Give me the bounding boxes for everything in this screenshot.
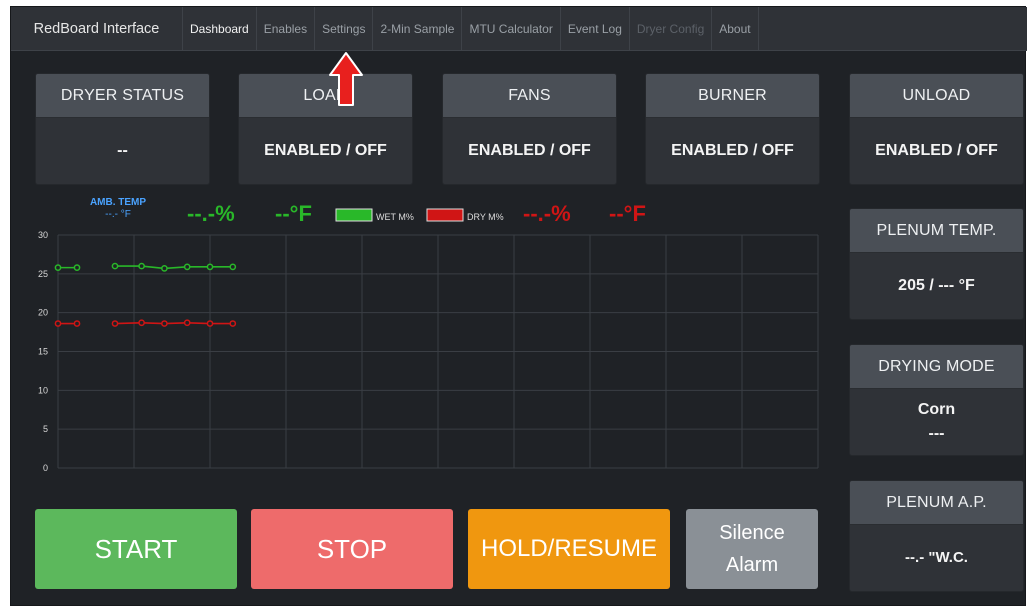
dry-moisture-value: --.-% <box>523 201 571 226</box>
nav-dryer-config: Dryer Config <box>630 7 713 50</box>
nav-dashboard[interactable]: Dashboard <box>183 7 257 50</box>
silence-alarm-line2: Alarm <box>725 554 779 576</box>
unload-card: UNLOAD ENABLED / OFF <box>849 73 1024 185</box>
app-frame: RedBoard Interface Dashboard Enables Set… <box>10 6 1027 606</box>
dryer-status-value: -- <box>117 142 128 159</box>
series-point <box>138 262 145 270</box>
nav-mtu-calculator[interactable]: MTU Calculator <box>462 7 561 50</box>
series-point <box>183 319 191 327</box>
amb-temp-value: --.- °F <box>105 209 131 220</box>
nav-event-log[interactable]: Event Log <box>561 7 630 50</box>
hold-resume-button[interactable]: HOLD/RESUME <box>468 509 670 589</box>
moisture-chart: 0 5 10 15 20 25 30 AMB. TEMP --.- °F --.-% --°… <box>38 197 819 473</box>
dryer-status-title: DRYER STATUS <box>36 74 209 118</box>
series-point <box>111 320 119 327</box>
series-line <box>115 265 233 270</box>
burner-title: BURNER <box>646 74 819 118</box>
burner-card: BURNER ENABLED / OFF <box>645 73 820 185</box>
plenum-ap-card: PLENUM A.P. --.- "W.C. <box>849 480 1024 592</box>
start-button[interactable]: START <box>35 509 237 589</box>
series-point <box>229 263 237 271</box>
plenum-ap-value: --.- "W.C. <box>905 549 968 566</box>
series-point <box>54 264 62 271</box>
drying-mode-card: DRYING MODE Corn --- <box>849 344 1024 456</box>
drying-mode-title: DRYING MODE <box>850 345 1023 389</box>
y-tick-label: 30 <box>38 230 48 240</box>
series-point <box>161 320 168 327</box>
series-point <box>73 320 81 327</box>
series-point <box>54 320 62 327</box>
series-point <box>73 264 81 271</box>
fans-card: FANS ENABLED / OFF <box>442 73 617 185</box>
wet-legend-label: WET M% <box>376 212 414 222</box>
load-title: LOAD <box>239 74 412 118</box>
silence-alarm-button[interactable]: Silence Alarm <box>686 509 818 589</box>
nav-about[interactable]: About <box>712 7 759 50</box>
arrow-up-icon <box>329 52 363 106</box>
nav-2-min-sample[interactable]: 2-Min Sample <box>373 7 463 50</box>
plenum-temp-value: 205 / --- °F <box>898 277 975 294</box>
series-point <box>111 262 119 270</box>
y-tick-label: 25 <box>38 269 48 279</box>
nav-enables[interactable]: Enables <box>257 7 316 50</box>
y-tick-label: 0 <box>43 463 48 473</box>
series-point <box>206 320 214 327</box>
top-navbar: RedBoard Interface Dashboard Enables Set… <box>11 7 1027 51</box>
wet-temp-value: --°F <box>275 201 312 226</box>
drying-mode-grain: Corn <box>917 401 956 418</box>
y-tick-label: 5 <box>43 424 48 434</box>
fans-title: FANS <box>443 74 616 118</box>
series-point <box>229 320 237 327</box>
dry-legend-swatch <box>426 208 464 222</box>
y-tick-label: 10 <box>38 385 48 395</box>
wet-moisture-value: --.-% <box>187 201 235 226</box>
wet-legend-swatch <box>335 208 373 222</box>
plenum-ap-title: PLENUM A.P. <box>850 481 1023 525</box>
chart-series <box>54 262 237 327</box>
nav-settings[interactable]: Settings <box>315 7 374 50</box>
amb-temp-label: AMB. TEMP <box>90 197 146 208</box>
brand-title: RedBoard Interface <box>11 7 183 50</box>
unload-value: ENABLED / OFF <box>875 142 998 159</box>
unload-title: UNLOAD <box>850 74 1023 118</box>
chart-grid: 0 5 10 15 20 25 30 <box>38 230 819 473</box>
load-card: LOAD ENABLED / OFF <box>238 73 413 185</box>
series-point <box>138 319 145 327</box>
plenum-temp-card: PLENUM TEMP. 205 / --- °F <box>849 208 1024 320</box>
y-tick-label: 15 <box>38 347 48 357</box>
y-tick-label: 20 <box>38 308 48 318</box>
dryer-status-card: DRYER STATUS -- <box>35 73 210 185</box>
load-value: ENABLED / OFF <box>264 142 387 159</box>
series-point <box>161 265 168 272</box>
dry-temp-value: --°F <box>609 201 646 226</box>
silence-alarm-line1: Silence <box>719 522 785 544</box>
drying-mode-value: Corn --- <box>850 389 1023 455</box>
dry-legend-label: DRY M% <box>467 212 504 222</box>
series-point <box>206 263 214 271</box>
fans-value: ENABLED / OFF <box>468 142 591 159</box>
stop-button[interactable]: STOP <box>251 509 453 589</box>
burner-value: ENABLED / OFF <box>671 142 794 159</box>
series-point <box>183 263 191 271</box>
series-line <box>114 321 233 325</box>
plenum-temp-title: PLENUM TEMP. <box>850 209 1023 253</box>
drying-mode-sub: --- <box>928 425 945 442</box>
